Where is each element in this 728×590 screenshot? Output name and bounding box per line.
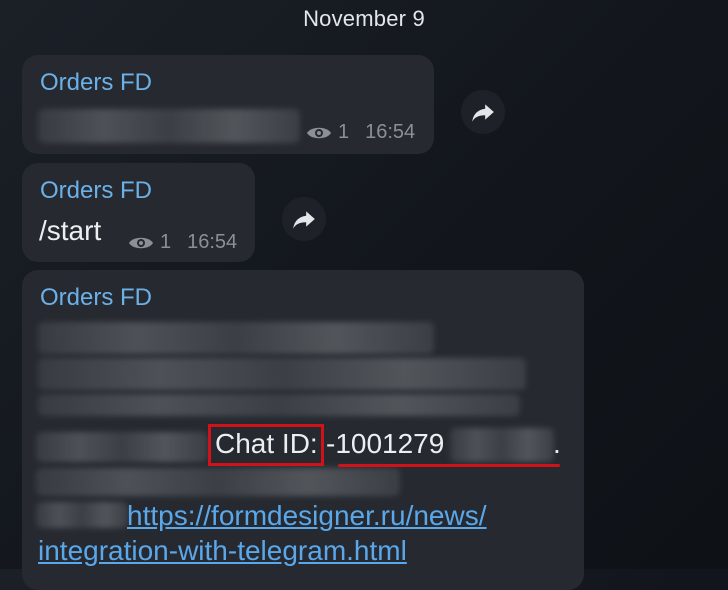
redacted-text [38,358,526,390]
sender-name[interactable]: Orders FD [40,177,152,205]
sender-name[interactable]: Orders FD [40,284,152,312]
redacted-text [36,502,128,528]
redacted-text [38,322,434,354]
message-meta: 1 16:54 [128,231,237,254]
forward-button[interactable] [282,197,326,241]
integration-link-continued[interactable]: integration-with-telegram.html [38,535,407,567]
redacted-text [36,468,400,496]
integration-link[interactable]: https://formdesigner.ru/news/ [127,500,487,532]
message-time: 16:54 [365,121,416,143]
message-meta: 1 16:54 [306,121,415,144]
chat-id-suffix: . [553,428,561,459]
redacted-chat-id-digits [450,428,554,462]
redacted-text [38,109,300,143]
forward-button[interactable] [461,90,505,134]
view-count: 1 [338,121,350,143]
chat-id-underline [338,464,560,467]
view-count: 1 [160,231,172,253]
eye-icon [129,237,153,248]
eye-icon [307,127,331,138]
chat-id-label-highlight [208,424,324,466]
message-bubble-2[interactable]: Orders FD /start 1 16:54 [22,163,255,262]
sender-name[interactable]: Orders FD [40,69,152,97]
redacted-text [36,432,208,462]
message-text: /start [39,215,102,246]
redacted-text [38,394,520,416]
share-arrow-icon [293,211,315,229]
date-header: November 9 [303,6,425,31]
share-arrow-icon [472,104,494,122]
message-time: 16:54 [187,231,238,253]
chat-id-value: -1001279 [326,428,445,459]
message-bubble-1[interactable]: Orders FD 1 16:54 [22,55,434,154]
